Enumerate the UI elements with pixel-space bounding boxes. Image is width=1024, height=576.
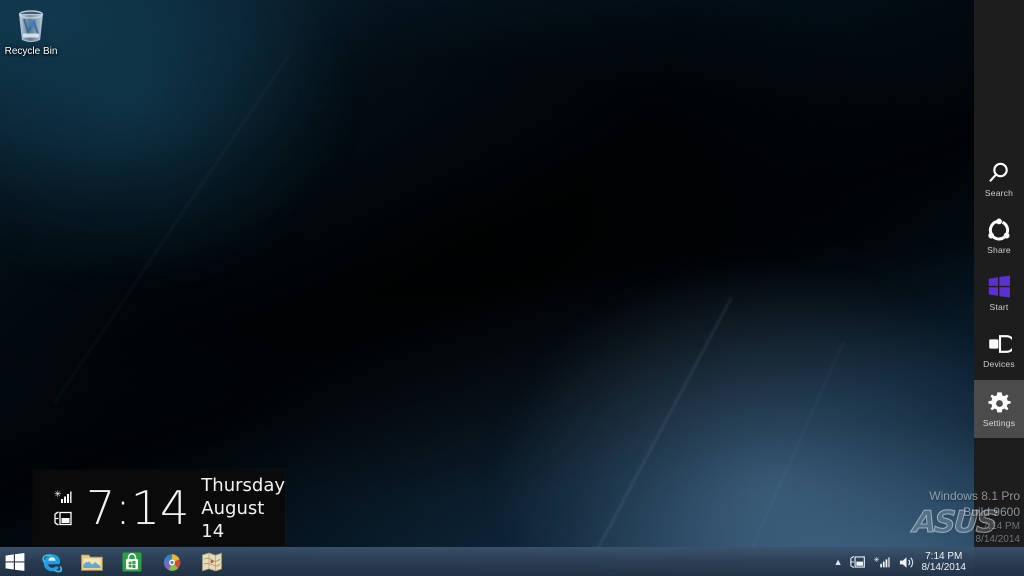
signal-bars-icon: ✳ xyxy=(54,490,73,503)
system-tray: ▲ ✳ 7:14 PM 8/14/2014 xyxy=(834,548,1024,576)
clock-widget-status-icons: ✳ xyxy=(33,490,82,526)
taskbar: ▲ ✳ 7:14 PM 8/14/2014 xyxy=(0,547,1024,576)
windows-store-icon xyxy=(122,552,142,572)
internet-explorer-icon xyxy=(42,554,63,573)
charm-search[interactable]: Search xyxy=(974,150,1024,207)
charm-settings-label: Settings xyxy=(982,418,1016,428)
gear-icon xyxy=(987,390,1012,416)
recycle-bin-icon xyxy=(4,4,58,44)
watermark-date: 8/14/2014 xyxy=(975,534,1021,545)
windows-build-watermark: Windows 8.1 Pro Build 9600 7:14 PM 8/14/… xyxy=(929,488,1020,546)
taskbar-item-globe-app[interactable] xyxy=(152,548,192,576)
tray-network-icon[interactable]: ✳ xyxy=(874,552,891,572)
charm-settings[interactable]: Settings xyxy=(974,380,1024,438)
charm-share-label: Share xyxy=(987,244,1011,255)
watermark-line-2: Build 9600 xyxy=(963,505,1020,519)
charm-search-label: Search xyxy=(984,187,1014,198)
charm-start[interactable]: Start xyxy=(974,264,1024,321)
globe-app-icon xyxy=(163,554,181,571)
desktop-icon-recycle-bin[interactable]: Recycle Bin xyxy=(4,4,58,58)
clock-widget-month-day: August 14 xyxy=(201,497,265,542)
desktop-icon-label: Recycle Bin xyxy=(4,46,58,57)
file-explorer-icon xyxy=(81,554,103,571)
taskbar-start-button[interactable] xyxy=(0,548,30,576)
show-hidden-icons-button[interactable]: ▲ xyxy=(834,557,843,567)
taskbar-item-file-explorer[interactable] xyxy=(72,548,112,576)
taskbar-pinned-items xyxy=(32,548,232,576)
tray-battery-icon[interactable] xyxy=(850,552,867,572)
clock-date-widget[interactable]: ✳ 7:14 Thursday August 14 xyxy=(33,470,285,546)
tray-clock-time: 7:14 PM xyxy=(925,551,963,562)
windows-start-icon xyxy=(5,553,25,571)
taskbar-item-store[interactable] xyxy=(112,548,152,576)
charm-devices[interactable]: Devices xyxy=(974,321,1024,378)
desktop-screen: ASUS Windows 8.1 Pro Build 9600 7:14 PM … xyxy=(0,0,1024,576)
tray-clock-date: 8/14/2014 xyxy=(921,562,967,573)
battery-icon xyxy=(54,511,72,526)
svg-text:✳: ✳ xyxy=(54,490,62,500)
tray-clock[interactable]: 7:14 PM 8/14/2014 xyxy=(922,551,973,573)
search-icon xyxy=(987,160,1011,186)
watermark-line-1: Windows 8.1 Pro xyxy=(929,489,1020,503)
clock-widget-time: 7:14 xyxy=(85,481,190,535)
map-app-icon xyxy=(202,552,222,572)
devices-icon xyxy=(986,331,1012,357)
share-icon xyxy=(987,217,1011,243)
windows-logo-icon xyxy=(987,274,1011,300)
tray-volume-icon[interactable] xyxy=(898,552,915,572)
svg-text:✳: ✳ xyxy=(874,555,880,564)
taskbar-item-map-app[interactable] xyxy=(192,548,232,576)
taskbar-item-internet-explorer[interactable] xyxy=(32,548,72,576)
clock-widget-date: Thursday August 14 xyxy=(201,474,285,543)
clock-widget-day: Thursday xyxy=(201,474,285,496)
charm-share[interactable]: Share xyxy=(974,207,1024,264)
charm-start-label: Start xyxy=(989,301,1009,312)
watermark-time: 7:14 PM xyxy=(982,521,1020,532)
charm-devices-label: Devices xyxy=(983,358,1015,369)
